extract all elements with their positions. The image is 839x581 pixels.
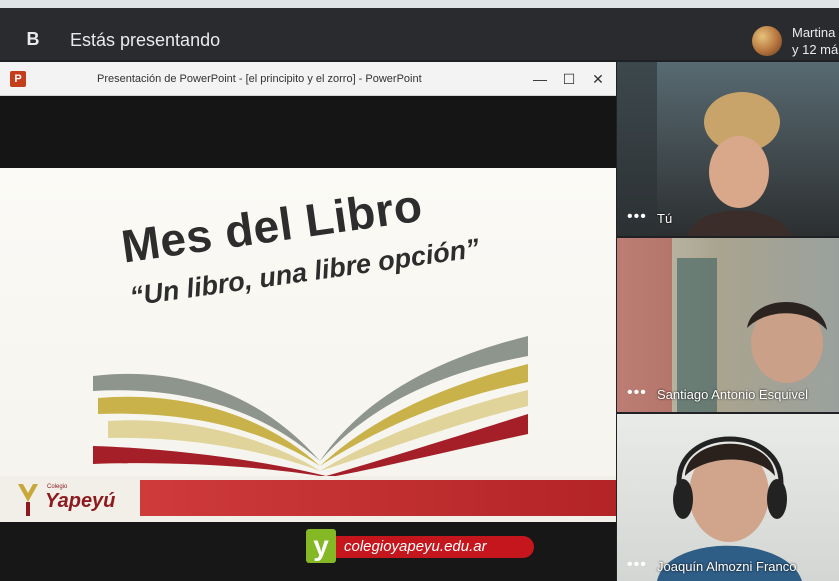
tile-name: Tú bbox=[657, 211, 673, 226]
top-edge bbox=[0, 0, 839, 8]
open-book-icon bbox=[93, 336, 528, 476]
ppt-dark-area-top bbox=[0, 96, 616, 168]
ppt-window-title: Presentación de PowerPoint - [el princip… bbox=[97, 73, 422, 85]
participant-video bbox=[657, 436, 802, 581]
video-tile-santiago[interactable]: ••• Santiago Antonio Esquivel bbox=[617, 238, 839, 412]
watermark: y colegioyapeyu.edu.ar bbox=[306, 529, 534, 563]
participant-summary[interactable]: Martina y 12 má bbox=[792, 24, 839, 58]
presenting-status: Estás presentando bbox=[70, 30, 221, 50]
participant-video bbox=[617, 238, 827, 412]
maximize-button[interactable]: ☐ bbox=[557, 68, 581, 90]
video-tile-self[interactable]: ••• Tú bbox=[617, 62, 839, 236]
watermark-logo: y bbox=[306, 529, 336, 563]
minimize-button[interactable]: — bbox=[528, 68, 552, 90]
tile-menu-icon[interactable]: ••• bbox=[627, 208, 647, 226]
tile-name: Santiago Antonio Esquivel bbox=[657, 387, 809, 402]
school-name: Yapeyú bbox=[45, 490, 116, 512]
slide[interactable]: Mes del Libro “Un libro, una libre opció… bbox=[0, 168, 616, 522]
tile-menu-icon[interactable]: ••• bbox=[627, 556, 647, 574]
tile-name: Joaquín Almozni Franco bbox=[657, 559, 797, 574]
presenter-avatar[interactable]: B bbox=[20, 24, 46, 54]
meet-top-bar: B Estás presentando Martina y 12 má bbox=[0, 8, 839, 60]
ppt-titlebar[interactable]: P Presentación de PowerPoint - [el princ… bbox=[0, 62, 616, 96]
video-tile-joaquin[interactable]: ••• Joaquín Almozni Franco bbox=[617, 414, 839, 581]
participant-name: Martina bbox=[792, 25, 836, 40]
slide-footer-red-band bbox=[140, 480, 616, 516]
participant-more: y 12 má bbox=[792, 42, 839, 57]
powerpoint-icon: P bbox=[10, 71, 26, 87]
close-button[interactable]: ✕ bbox=[586, 68, 610, 90]
tile-menu-icon[interactable]: ••• bbox=[627, 384, 647, 402]
participant-video bbox=[617, 62, 792, 236]
participant-avatar[interactable] bbox=[752, 26, 782, 56]
powerpoint-window: P Presentación de PowerPoint - [el princ… bbox=[0, 62, 616, 581]
watermark-url: colegioyapeyu.edu.ar bbox=[344, 538, 487, 555]
